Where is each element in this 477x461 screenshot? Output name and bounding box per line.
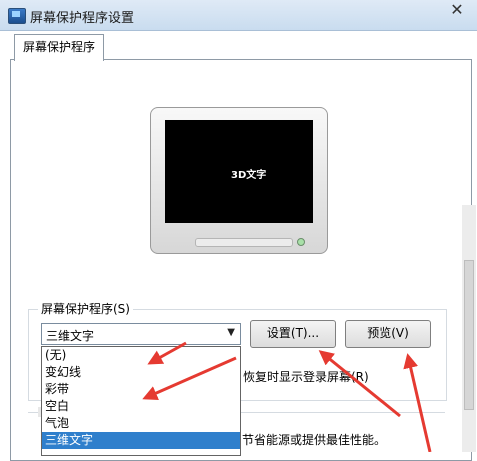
window-title: 屏幕保护程序设置 bbox=[30, 11, 135, 26]
preview-button[interactable]: 预览(V) bbox=[345, 320, 431, 348]
screensaver-select[interactable]: 三维文字 ▼ bbox=[41, 323, 241, 345]
list-item[interactable]: (无) bbox=[42, 347, 240, 364]
scrollbar-thumb[interactable] bbox=[464, 260, 474, 410]
window-icon bbox=[8, 8, 26, 24]
tab-screensaver[interactable]: 屏幕保护程序 bbox=[14, 34, 104, 61]
title-bar: 屏幕保护程序设置 ✕ bbox=[0, 0, 477, 31]
monitor-bezel-panel bbox=[195, 238, 293, 247]
list-item[interactable]: 变幻线 bbox=[42, 364, 240, 381]
screensaver-group-label: 屏幕保护程序(S) bbox=[38, 300, 133, 317]
settings-button[interactable]: 设置(T)... bbox=[250, 320, 336, 348]
list-item[interactable]: 气泡 bbox=[42, 415, 240, 432]
list-item[interactable]: 空白 bbox=[42, 398, 240, 415]
scrollbar[interactable] bbox=[462, 205, 476, 452]
screensaver-select-value: 三维文字 bbox=[46, 329, 95, 343]
power-led-icon bbox=[297, 238, 305, 246]
preview-text: 3D文字 bbox=[231, 170, 267, 181]
power-description: 节省能源或提供最佳性能。 bbox=[242, 433, 387, 447]
preview-screen: 3D文字 bbox=[165, 120, 313, 223]
chevron-down-icon: ▼ bbox=[227, 327, 235, 338]
resume-logon-label: 恢复时显示登录屏幕(R) bbox=[243, 370, 369, 384]
list-item[interactable]: 彩带 bbox=[42, 381, 240, 398]
monitor-preview: 3D文字 bbox=[150, 107, 328, 254]
screensaver-dropdown-list: (无) 变幻线 彩带 空白 气泡 三维文字 bbox=[41, 346, 241, 456]
close-button[interactable]: ✕ bbox=[437, 0, 477, 22]
list-item-selected[interactable]: 三维文字 bbox=[42, 432, 240, 449]
